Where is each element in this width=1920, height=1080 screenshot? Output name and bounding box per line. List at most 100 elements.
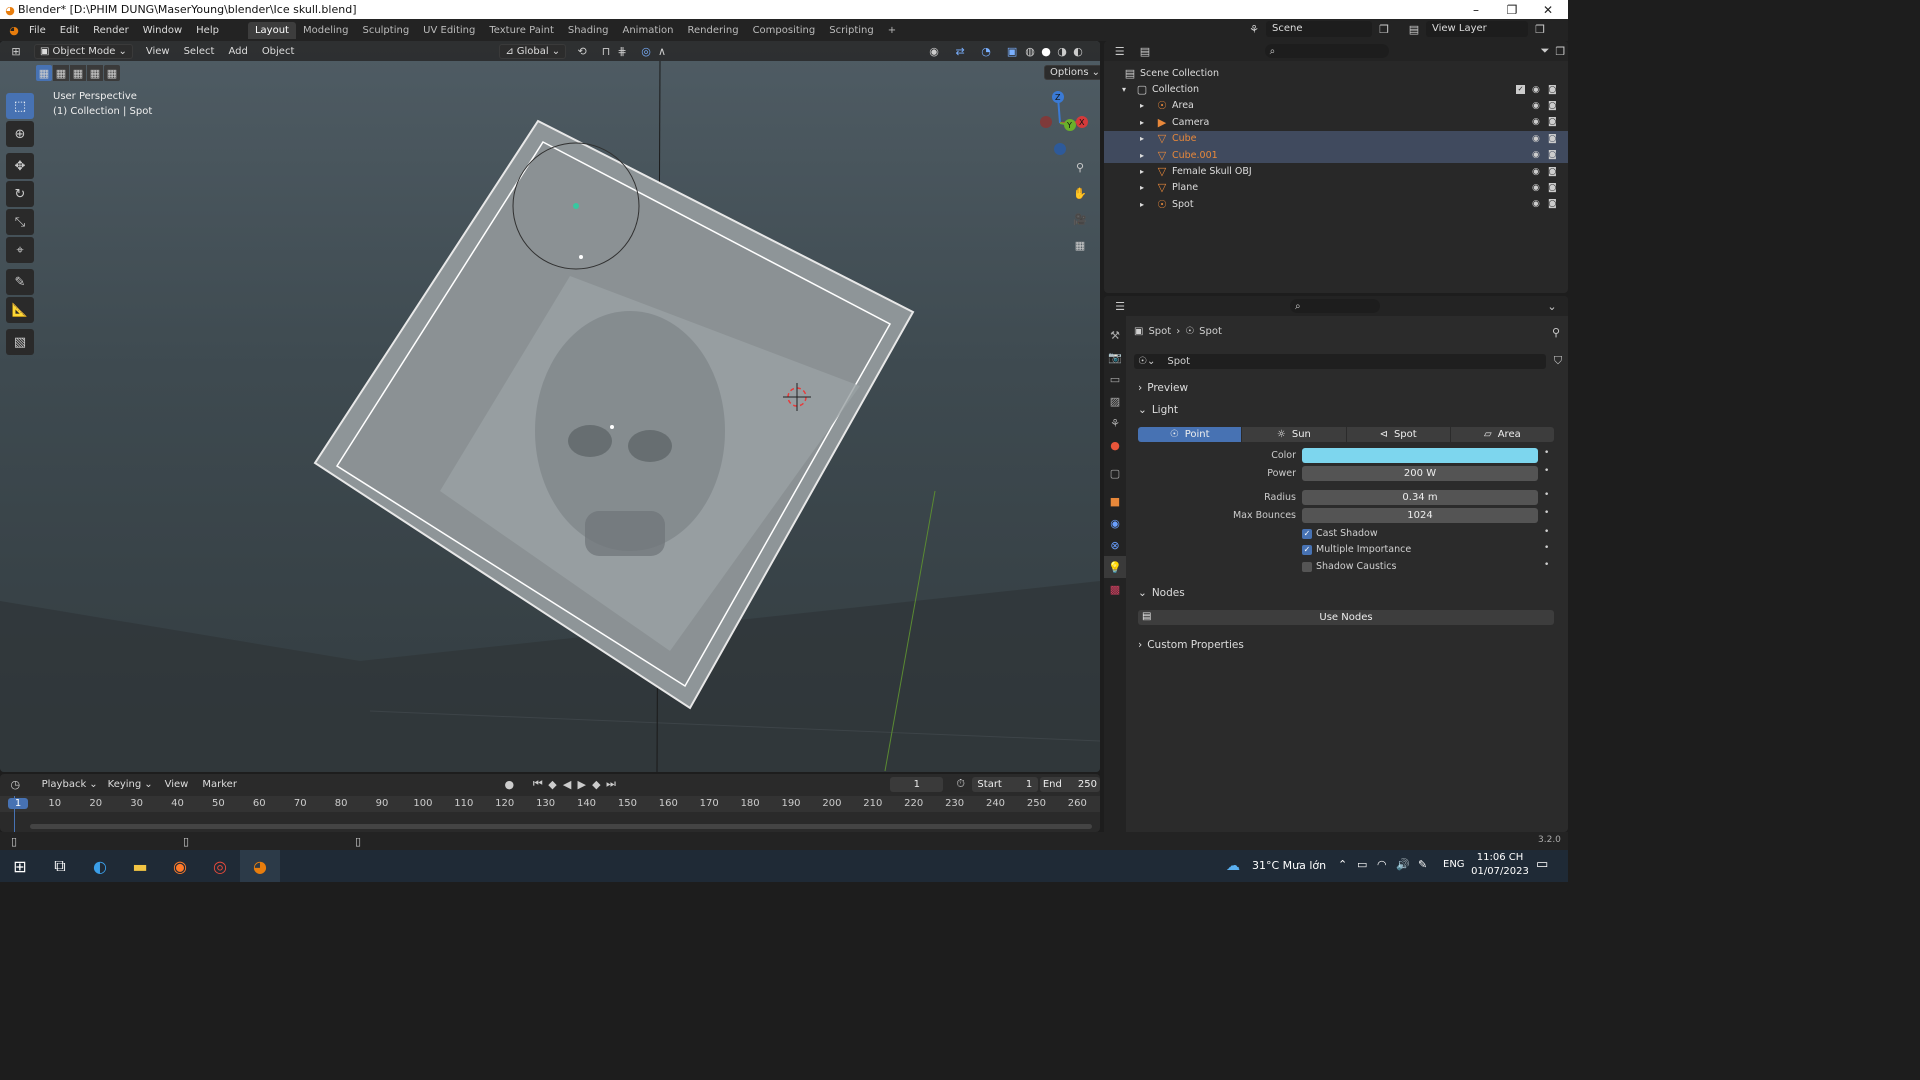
clock-time[interactable]: 11:06 CH [1476,852,1524,863]
blender-taskbar-icon[interactable]: ◕ [240,850,280,882]
timeline-scrollbar[interactable] [30,824,1092,829]
frame-ruler[interactable]: 1 10 20 30 40 50 60 70 80 90 100 110 120 130 140 150 160… [0,796,1100,812]
new-scene-icon[interactable]: ❐ [1376,21,1392,37]
3d-viewport[interactable]: ⊞ ▣ Object Mode ⌄ View Select Add Object ⊿… [0,41,1100,772]
eye-icon[interactable]: ◉ [1532,117,1540,127]
new-view-layer-icon[interactable]: ❐ [1532,21,1548,37]
eye-icon[interactable]: ◉ [1532,183,1540,193]
record-icon[interactable]: ● [502,776,517,792]
xray-toggle-icon[interactable]: ▣ [1004,43,1020,59]
select-invert-icon[interactable]: ▦ [87,65,103,81]
tab-tool[interactable]: ⚒ [1104,324,1126,346]
viewport-menu-object[interactable]: Object [255,46,302,57]
select-extend-icon[interactable]: ▦ [53,65,69,81]
chevron-right-icon[interactable]: ▸ [1140,118,1154,127]
object-mode-dropdown[interactable]: ▣ Object Mode ⌄ [34,43,133,59]
play-reverse-icon[interactable]: ◀ [560,776,575,792]
chevron-right-icon[interactable]: ▸ [1140,101,1154,110]
viewport-menu-view[interactable]: View [139,46,177,57]
eye-icon[interactable]: ◉ [1532,167,1540,177]
pin-icon[interactable]: ⚲ [1548,324,1564,340]
light-type-area[interactable]: ▱ Area [1450,427,1554,442]
view-layer-selector[interactable]: ▤ View Layer ❐ [1406,21,1548,37]
start-frame-field[interactable]: Start 1 [971,776,1038,792]
new-collection-icon[interactable]: ❐ [1553,43,1568,59]
tab-texture[interactable]: ▩ [1104,578,1126,600]
timeline-menu-marker[interactable]: Marker [195,779,244,790]
eye-icon[interactable]: ◉ [1532,199,1540,209]
zoom-icon[interactable]: ⚲ [1070,157,1090,177]
scale-tool[interactable]: ⤡ [6,209,34,235]
windows-start-icon[interactable]: ⊞ [0,850,40,882]
options-dropdown[interactable]: Options ⌄ [1044,65,1100,80]
chevron-right-icon[interactable]: ▸ [1140,200,1154,209]
tab-sculpting[interactable]: Sculpting [355,22,416,39]
tab-world[interactable]: ● [1104,434,1126,456]
minimize-button[interactable]: – [1458,0,1494,19]
tab-collection[interactable]: ▢ [1104,462,1126,484]
chevron-right-icon[interactable]: ▸ [1140,151,1154,160]
shadow-caustics-checkbox[interactable]: Shadow Caustics [1302,561,1396,572]
nodes-panel-header[interactable]: ⌄ Nodes [1138,587,1185,599]
grid-perspective-icon[interactable]: ▦ [1070,235,1090,255]
camera-render-icon[interactable]: ◙ [1548,85,1557,95]
select-intersect-icon[interactable]: ▦ [104,65,120,81]
tab-object[interactable]: ■ [1104,490,1126,512]
collection-checkbox[interactable]: ✓ [1516,85,1525,95]
custom-properties-panel-header[interactable]: › Custom Properties [1138,639,1244,651]
hand-pan-icon[interactable]: ✋ [1070,183,1090,203]
chevron-right-icon[interactable]: ▸ [1140,134,1154,143]
properties-search-input[interactable]: ⌕ [1290,299,1380,313]
chevron-down-icon[interactable]: ⌄ [1544,298,1560,314]
tab-view-layer[interactable]: ▨ [1104,390,1126,412]
outliner-item-area[interactable]: ▸ ☉ Area ◉ ◙ [1104,98,1568,114]
keyframe-dot-icon[interactable]: • [1544,466,1549,476]
cursor-tool[interactable]: ⊕ [6,121,34,147]
multiple-importance-checkbox[interactable]: ✓ Multiple Importance [1302,544,1411,555]
eye-icon[interactable]: ◉ [1532,150,1540,160]
maximize-button[interactable]: ❐ [1494,0,1530,19]
pivot-icon[interactable]: ⟲ [574,43,590,59]
max-bounces-field[interactable]: 1024 [1302,508,1538,523]
use-nodes-button[interactable]: ▤ Use Nodes [1138,610,1554,625]
menu-render[interactable]: Render [86,25,136,36]
move-tool[interactable]: ✥ [6,153,34,179]
snap-target-icon[interactable]: ⋕ [614,43,630,59]
transform-tool[interactable]: ⌖ [6,237,34,263]
preview-panel-header[interactable]: › Preview [1138,382,1188,394]
input-language[interactable]: ENG [1443,859,1465,870]
tab-animation[interactable]: Animation [616,22,681,39]
keyframe-dot-icon[interactable]: • [1544,490,1549,500]
keyframe-dot-icon[interactable]: • [1544,508,1549,518]
outliner-collection[interactable]: ▾ ▢ Collection ✓ ◉ ◙ [1104,81,1568,97]
tab-constraints[interactable]: ⊗ [1104,534,1126,556]
add-workspace-button[interactable]: + [881,22,903,39]
light-panel-header[interactable]: ⌄ Light [1138,404,1178,416]
light-datablock-field[interactable]: ☉⌄ Spot [1134,354,1546,369]
pen-icon[interactable]: ✎ [1418,858,1427,871]
edge-browser-icon[interactable]: ◐ [80,850,120,882]
annotate-tool[interactable]: ✎ [6,269,34,295]
tab-compositing[interactable]: Compositing [746,22,823,39]
camera-render-icon[interactable]: ◙ [1548,134,1557,144]
light-type-point[interactable]: ☉ Point [1138,427,1242,442]
camera-render-icon[interactable]: ◙ [1548,183,1557,193]
outliner-editor-type-icon[interactable]: ☰ [1112,43,1127,59]
select-new-icon[interactable]: ▦ [36,65,52,81]
viewport-menu-add[interactable]: Add [221,46,254,57]
power-field[interactable]: 200 W [1302,466,1538,481]
camera-render-icon[interactable]: ◙ [1548,150,1557,160]
view-layer-name[interactable]: View Layer [1426,21,1528,37]
scene-name[interactable]: Scene [1266,21,1372,37]
outliner-item-female-skull-obj[interactable]: ▸ ▽ Female Skull OBJ ◉ ◙ [1104,163,1568,179]
rendered-shading-icon[interactable]: ◐ [1070,43,1086,59]
snap-icon[interactable]: ⊓ [598,43,614,59]
camera-render-icon[interactable]: ◙ [1548,101,1557,111]
falloff-icon[interactable]: ∧ [654,43,670,59]
transform-orientation-dropdown[interactable]: ⊿ Global ⌄ [499,43,567,59]
navigation-gizmo[interactable]: Z X Y [1024,87,1096,159]
tab-shading[interactable]: Shading [561,22,616,39]
outliner-item-spot[interactable]: ▸ ☉ Spot ◉ ◙ [1104,196,1568,212]
visibility-icon[interactable]: ◉ [926,43,942,59]
next-keyframe-icon[interactable]: ◆ [589,776,604,792]
